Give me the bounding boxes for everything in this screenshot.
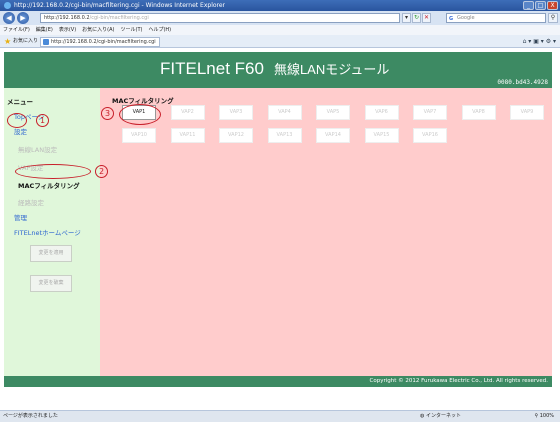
- vap-button-14[interactable]: VAP14: [316, 128, 350, 143]
- window-title: http://192.168.0.2/cgi-bin/macfiltering.…: [14, 2, 226, 9]
- menu-heading: メニュー: [7, 98, 33, 106]
- toolbar-icons[interactable]: ⌂ ▾ ▣ ▾ ⚙ ▾: [523, 35, 556, 48]
- menu-view[interactable]: 表示(V): [59, 25, 76, 35]
- vap-button-3[interactable]: VAP3: [219, 105, 253, 120]
- vap-button-2[interactable]: VAP2: [170, 105, 205, 120]
- product-title: FITELnet F60 無線LANモジュール: [160, 59, 389, 79]
- address-dropdown-icon[interactable]: ▾: [402, 13, 411, 23]
- vap-button-6[interactable]: VAP6: [364, 105, 399, 120]
- main-panel: MACフィルタリング VAP1 VAP2 VAP3 VAP4 VAP5 VAP6 VAP7 V…: [100, 88, 552, 376]
- zone-label: インターネット: [425, 413, 461, 419]
- search-placeholder: Google: [457, 15, 475, 21]
- sidebar-item-wireless-lan[interactable]: 無線LAN設定: [18, 144, 57, 154]
- product-name: FITELnet F60: [160, 59, 264, 78]
- status-bar: ページが表示されました ◍ インターネット ⚲ 100%: [0, 410, 560, 422]
- mac-address: 0080.bd43.4928: [497, 79, 548, 86]
- tab-title: http://192.168.0.2/cgi-bin/macfiltering.…: [51, 39, 156, 45]
- footer-bar: Copyright © 2012 Furukawa Electric Co., …: [4, 376, 552, 387]
- security-zone: ◍ インターネット: [420, 411, 461, 422]
- address-row: ◀ ▶ http://192.168.0.2/cgi-bin/macfilter…: [0, 11, 560, 25]
- menu-edit[interactable]: 編集(E): [36, 25, 53, 35]
- favorites-star-icon[interactable]: ★: [4, 35, 11, 48]
- header-banner: FITELnet F60 無線LANモジュール 0080.bd43.4928: [4, 52, 552, 88]
- sidebar-item-mac-filtering[interactable]: MACフィルタリング: [18, 180, 80, 190]
- vap-button-13[interactable]: VAP13: [267, 128, 302, 143]
- window-controls: _ □ X: [523, 1, 558, 10]
- vap-button-16[interactable]: VAP16: [413, 128, 447, 143]
- close-button[interactable]: X: [547, 1, 558, 10]
- vap-button-5[interactable]: VAP5: [316, 105, 350, 120]
- browser-tab[interactable]: http://192.168.0.2/cgi-bin/macfiltering.…: [40, 37, 160, 47]
- google-icon: G: [449, 16, 454, 22]
- vap-button-10[interactable]: VAP10: [122, 128, 156, 143]
- vap-button-8[interactable]: VAP8: [461, 105, 496, 120]
- ie-logo-icon: [4, 1, 11, 9]
- sidebar-item-route[interactable]: 経路設定: [18, 197, 44, 207]
- zoom-level: 100%: [539, 413, 554, 419]
- forward-button[interactable]: ▶: [17, 12, 29, 24]
- apply-changes-button[interactable]: 変更を適用: [30, 245, 72, 262]
- annotation-ellipse-settings: [7, 113, 27, 128]
- refresh-icon[interactable]: ↻: [412, 13, 421, 23]
- vap-button-9[interactable]: VAP9: [510, 105, 544, 120]
- search-input[interactable]: G Google: [446, 13, 546, 23]
- vap-button-12[interactable]: VAP12: [219, 128, 253, 143]
- vap-button-4[interactable]: VAP4: [267, 105, 302, 120]
- vap-button-11[interactable]: VAP11: [170, 128, 205, 143]
- minimize-button[interactable]: _: [523, 1, 534, 10]
- page-icon: [43, 39, 49, 45]
- address-bar[interactable]: http://192.168.0.2/cgi-bin/macfiltering.…: [40, 13, 400, 23]
- vap-button-7[interactable]: VAP7: [413, 105, 447, 120]
- annotation-ellipse-mac-filtering: [15, 164, 91, 179]
- menu-favorites[interactable]: お気に入り(A): [82, 25, 114, 35]
- page-content: FITELnet F60 無線LANモジュール 0080.bd43.4928 メニ…: [0, 48, 560, 410]
- search-icon[interactable]: ⚲: [548, 13, 558, 23]
- annotation-number-1: 1: [36, 114, 49, 127]
- back-button[interactable]: ◀: [3, 12, 15, 24]
- address-path: /cgi-bin/macfiltering.cgi: [89, 15, 149, 21]
- sidebar-item-management[interactable]: 管理: [14, 212, 27, 222]
- annotation-ellipse-vap1: [119, 104, 161, 125]
- favorites-bar: ★ お気に入り http://192.168.0.2/cgi-bin/macfi…: [0, 35, 560, 48]
- annotation-number-3: 3: [101, 107, 114, 120]
- title-bar: http://192.168.0.2/cgi-bin/macfiltering.…: [0, 0, 560, 11]
- status-text: ページが表示されました: [3, 413, 58, 419]
- product-subtitle: 無線LANモジュール: [273, 62, 390, 77]
- menu-help[interactable]: ヘルプ(H): [148, 25, 171, 35]
- address-host: http://192.168.0.2: [44, 15, 90, 21]
- ie-window: http://192.168.0.2/cgi-bin/macfiltering.…: [0, 0, 560, 422]
- stop-icon[interactable]: ✕: [422, 13, 431, 23]
- menu-bar: ファイル(F) 編集(E) 表示(V) お気に入り(A) ツール(T) ヘルプ(…: [0, 25, 560, 35]
- maximize-button[interactable]: □: [535, 1, 546, 10]
- menu-tools[interactable]: ツール(T): [121, 25, 143, 35]
- menu-file[interactable]: ファイル(F): [3, 25, 30, 35]
- zoom-control[interactable]: ⚲ 100%: [534, 411, 554, 422]
- annotation-number-2: 2: [95, 165, 108, 178]
- discard-changes-button[interactable]: 変更を破棄: [30, 275, 72, 292]
- sidebar-menu: メニュー Topページ 設定 無線LAN設定 VAP設定 MACフィルタリング …: [4, 88, 100, 376]
- vap-button-15[interactable]: VAP15: [364, 128, 399, 143]
- sidebar-item-homepage[interactable]: FITELnetホームページ: [14, 227, 81, 237]
- favorites-label[interactable]: お気に入り: [13, 35, 38, 48]
